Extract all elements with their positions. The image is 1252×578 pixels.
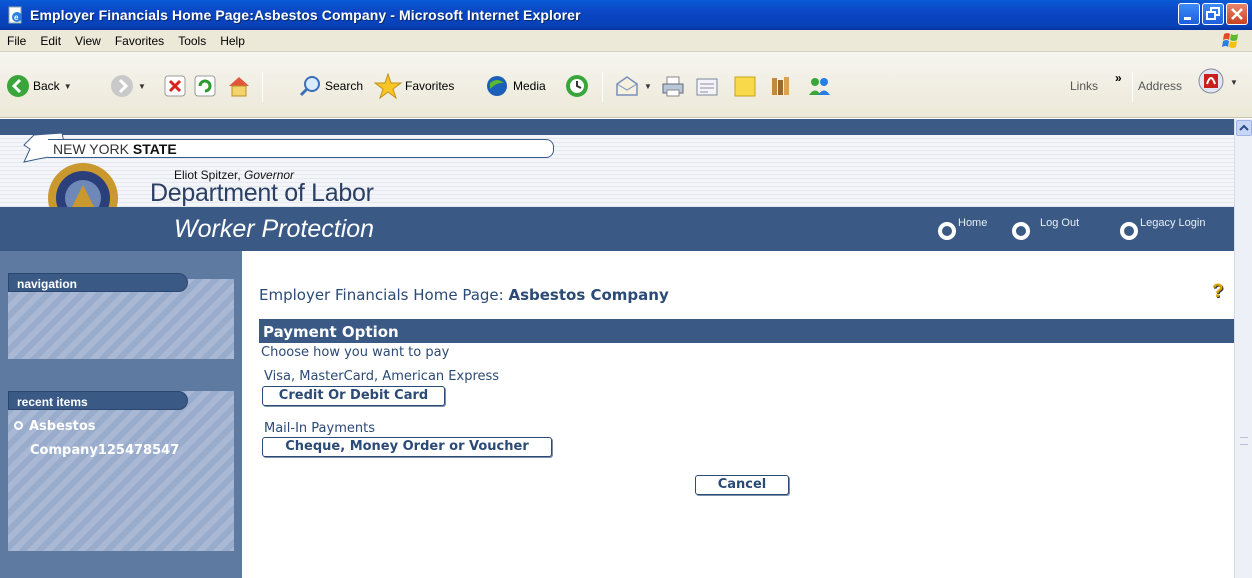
department-title: Department of Labor (150, 179, 374, 207)
section-title: Worker Protection (174, 215, 375, 243)
window-title: Employer Financials Home Page:Asbestos C… (30, 7, 581, 23)
windows-flag-icon (1222, 33, 1238, 48)
acrobat-dropdown-icon[interactable]: ▼ (1230, 78, 1238, 87)
messenger-button[interactable] (806, 74, 834, 98)
legacy-login-link-icon (1120, 222, 1138, 240)
menu-edit[interactable]: Edit (33, 34, 68, 48)
acrobat-pdf-icon (1198, 68, 1224, 94)
edit-button[interactable] (694, 74, 720, 98)
logout-link[interactable]: Log Out (1012, 217, 1079, 240)
logout-link-label: Log Out (1040, 217, 1080, 229)
payment-instruction: Choose how you want to pay (261, 345, 450, 360)
menu-tools[interactable]: Tools (171, 34, 213, 48)
mail-in-caption: Mail-In Payments (264, 421, 375, 436)
window-titlebar: e Employer Financials Home Page:Asbestos… (0, 0, 1252, 30)
favorites-button[interactable]: Favorites (374, 73, 455, 99)
discuss-button[interactable] (732, 74, 758, 98)
recent-item-line-2[interactable]: Company125478547 (30, 443, 179, 458)
home-link[interactable]: Home (938, 217, 987, 240)
sidebar: navigation recent items Asbestos Company… (0, 251, 242, 578)
back-label: Back (33, 79, 60, 93)
back-dropdown-icon[interactable]: ▼ (64, 82, 72, 91)
messenger-icon (809, 78, 830, 95)
mail-dropdown-icon[interactable]: ▼ (644, 82, 652, 91)
favorites-star-icon (374, 73, 402, 99)
menu-bar: File Edit View Favorites Tools Help (0, 30, 1252, 52)
search-label: Search (325, 79, 364, 93)
media-label: Media (513, 79, 546, 93)
page-content: NEW YORK STATE Eliot Spitzer, Governor D… (0, 119, 1234, 578)
media-button[interactable]: Media (484, 74, 546, 98)
menu-favorites[interactable]: Favorites (108, 34, 171, 48)
links-label[interactable]: Links (1070, 74, 1098, 98)
cancel-button[interactable]: Cancel (695, 475, 789, 495)
stop-icon (164, 75, 186, 97)
refresh-button[interactable] (194, 74, 216, 98)
state-prefix: NEW YORK (53, 141, 133, 157)
history-icon (566, 75, 588, 97)
back-button[interactable]: Back ▼ (6, 74, 72, 98)
ny-state-banner: NEW YORK STATE (48, 139, 554, 158)
print-button[interactable] (660, 74, 686, 98)
vertical-scrollbar[interactable] (1234, 119, 1252, 578)
recent-item-line-1: Asbestos (29, 419, 96, 434)
stop-button[interactable] (164, 74, 186, 98)
page-title-prefix: Employer Financials Home Page: (259, 286, 504, 304)
minimize-icon (1184, 17, 1191, 20)
search-icon (299, 76, 320, 97)
state-bold: STATE (132, 141, 177, 157)
ie-document-icon: e (8, 6, 22, 24)
print-icon (662, 76, 684, 97)
minimize-button[interactable] (1178, 3, 1200, 25)
edit-page-icon (696, 78, 718, 96)
mail-button[interactable]: ▼ (614, 74, 652, 98)
menu-view[interactable]: View (68, 34, 108, 48)
acrobat-button[interactable]: ▼ (1198, 68, 1238, 94)
card-caption: Visa, MasterCard, American Express (264, 369, 500, 384)
recent-items-panel (8, 391, 234, 551)
search-button[interactable]: Search (298, 74, 363, 98)
back-arrow-icon (7, 75, 29, 97)
home-button[interactable] (226, 74, 252, 98)
close-icon (1231, 8, 1243, 20)
research-books-icon (772, 77, 789, 95)
refresh-icon (194, 75, 216, 97)
address-label[interactable]: Address (1138, 74, 1182, 98)
legacy-login-link-label: Legacy Login (1140, 217, 1206, 229)
navigation-tab[interactable]: navigation (8, 273, 188, 292)
recent-item-link[interactable]: Asbestos (14, 419, 96, 434)
forward-arrow-icon (111, 75, 133, 97)
restore-button[interactable] (1202, 3, 1224, 25)
legacy-login-link[interactable]: Legacy Login (1120, 217, 1205, 240)
menu-file[interactable]: File (0, 34, 33, 48)
history-button[interactable] (564, 74, 590, 98)
forward-button[interactable]: ▼ (110, 74, 146, 98)
discuss-note-icon (734, 76, 756, 97)
home-icon (229, 77, 249, 97)
recent-items-tab[interactable]: recent items (8, 391, 188, 410)
logout-link-icon (1012, 222, 1030, 240)
home-link-icon (938, 222, 956, 240)
page-title-company: Asbestos Company (508, 286, 669, 304)
cheque-money-order-voucher-button[interactable]: Cheque, Money Order or Voucher (262, 437, 552, 457)
svg-text:e: e (14, 13, 19, 22)
browser-toolbar: Back ▼ ▼ Search Favorites Media ▼ Links … (0, 52, 1252, 118)
scroll-up-button[interactable] (1236, 120, 1252, 136)
home-link-label: Home (958, 217, 988, 229)
recent-item-bullet-icon (14, 421, 23, 430)
mail-icon (616, 76, 638, 96)
restore-icon (1206, 7, 1220, 20)
close-window-button[interactable] (1226, 3, 1248, 25)
chevron-up-icon (1239, 124, 1249, 131)
page-title: Employer Financials Home Page: Asbestos … (259, 286, 669, 304)
credit-debit-card-button[interactable]: Credit Or Debit Card (262, 386, 445, 406)
favorites-label: Favorites (405, 79, 455, 93)
payment-option-header: Payment Option (259, 319, 1234, 343)
help-icon[interactable]: ? (1212, 281, 1224, 303)
research-button[interactable] (768, 74, 794, 98)
menu-help[interactable]: Help (213, 34, 252, 48)
media-icon (487, 76, 507, 96)
links-chevron[interactable]: » (1115, 66, 1122, 90)
forward-dropdown-icon[interactable]: ▼ (138, 82, 146, 91)
